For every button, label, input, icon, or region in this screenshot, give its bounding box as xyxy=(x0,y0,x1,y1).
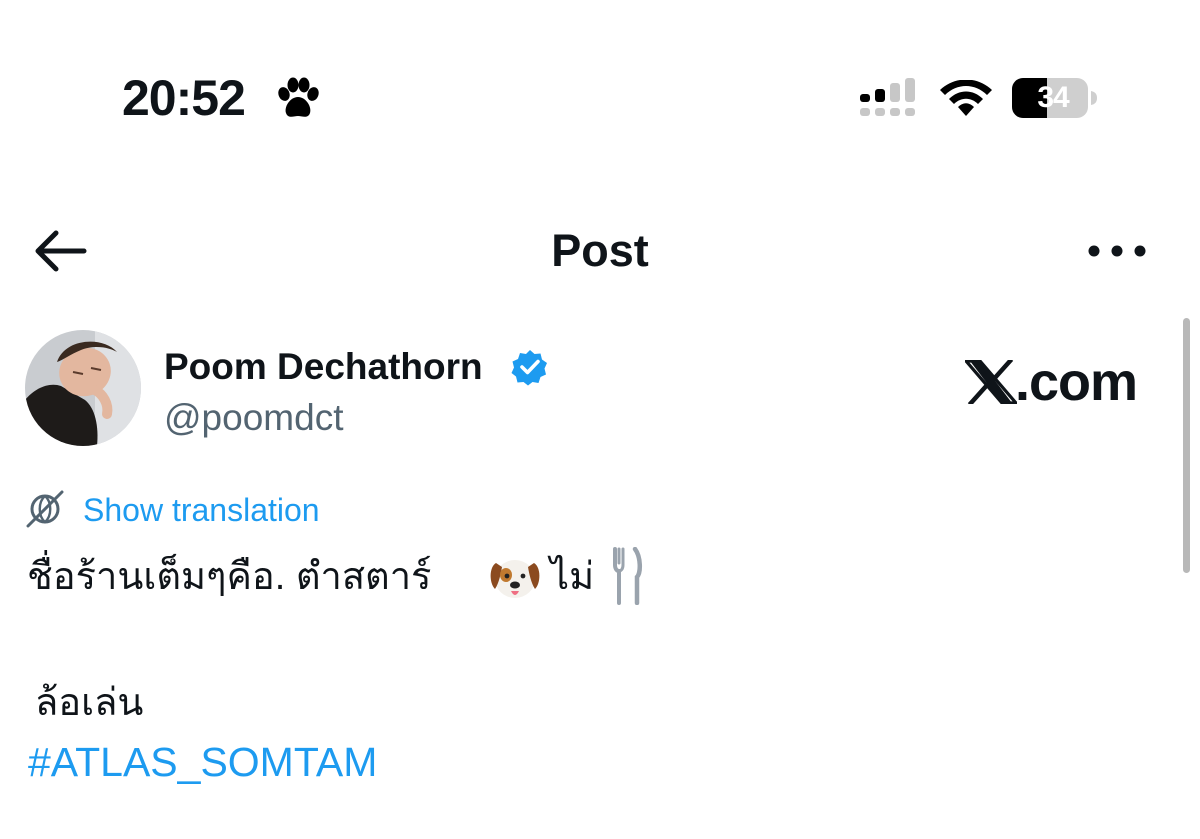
dog-face-emoji xyxy=(490,560,540,598)
verified-badge-icon xyxy=(511,350,547,386)
paw-print-icon xyxy=(278,77,319,117)
signal-icon xyxy=(860,78,915,116)
post-text-line-1-tail: ไม่ xyxy=(550,556,595,598)
battery-level: 34 xyxy=(1037,81,1069,114)
post-text-line-2: ล้อเล่น xyxy=(35,682,144,724)
globe-icon xyxy=(26,490,64,528)
scrollbar[interactable] xyxy=(1183,318,1190,573)
fork-and-knife-emoji xyxy=(613,547,642,605)
author-handle[interactable]: @poomdct xyxy=(164,397,343,439)
post-screen: 20:52 34 Post Poom Dechathorn @poomdct .… xyxy=(0,0,1200,839)
hashtag-link[interactable]: #ATLAS_SOMTAM xyxy=(28,737,377,787)
post-text-line-1: ชื่อร้านเต็มๆคือ. ตำสตาร์ xyxy=(27,556,432,598)
avatar[interactable] xyxy=(25,330,141,446)
show-translation-link[interactable]: Show translation xyxy=(83,491,320,529)
more-horizontal-icon[interactable] xyxy=(1086,238,1148,264)
author-name[interactable]: Poom Dechathorn xyxy=(164,346,483,388)
status-time: 20:52 xyxy=(122,70,246,126)
avatar-photo xyxy=(25,330,141,446)
wifi-icon xyxy=(940,80,992,116)
watermark-domain: .com xyxy=(1015,352,1138,412)
x-logo-icon xyxy=(965,360,1017,404)
page-title: Post xyxy=(551,225,649,276)
